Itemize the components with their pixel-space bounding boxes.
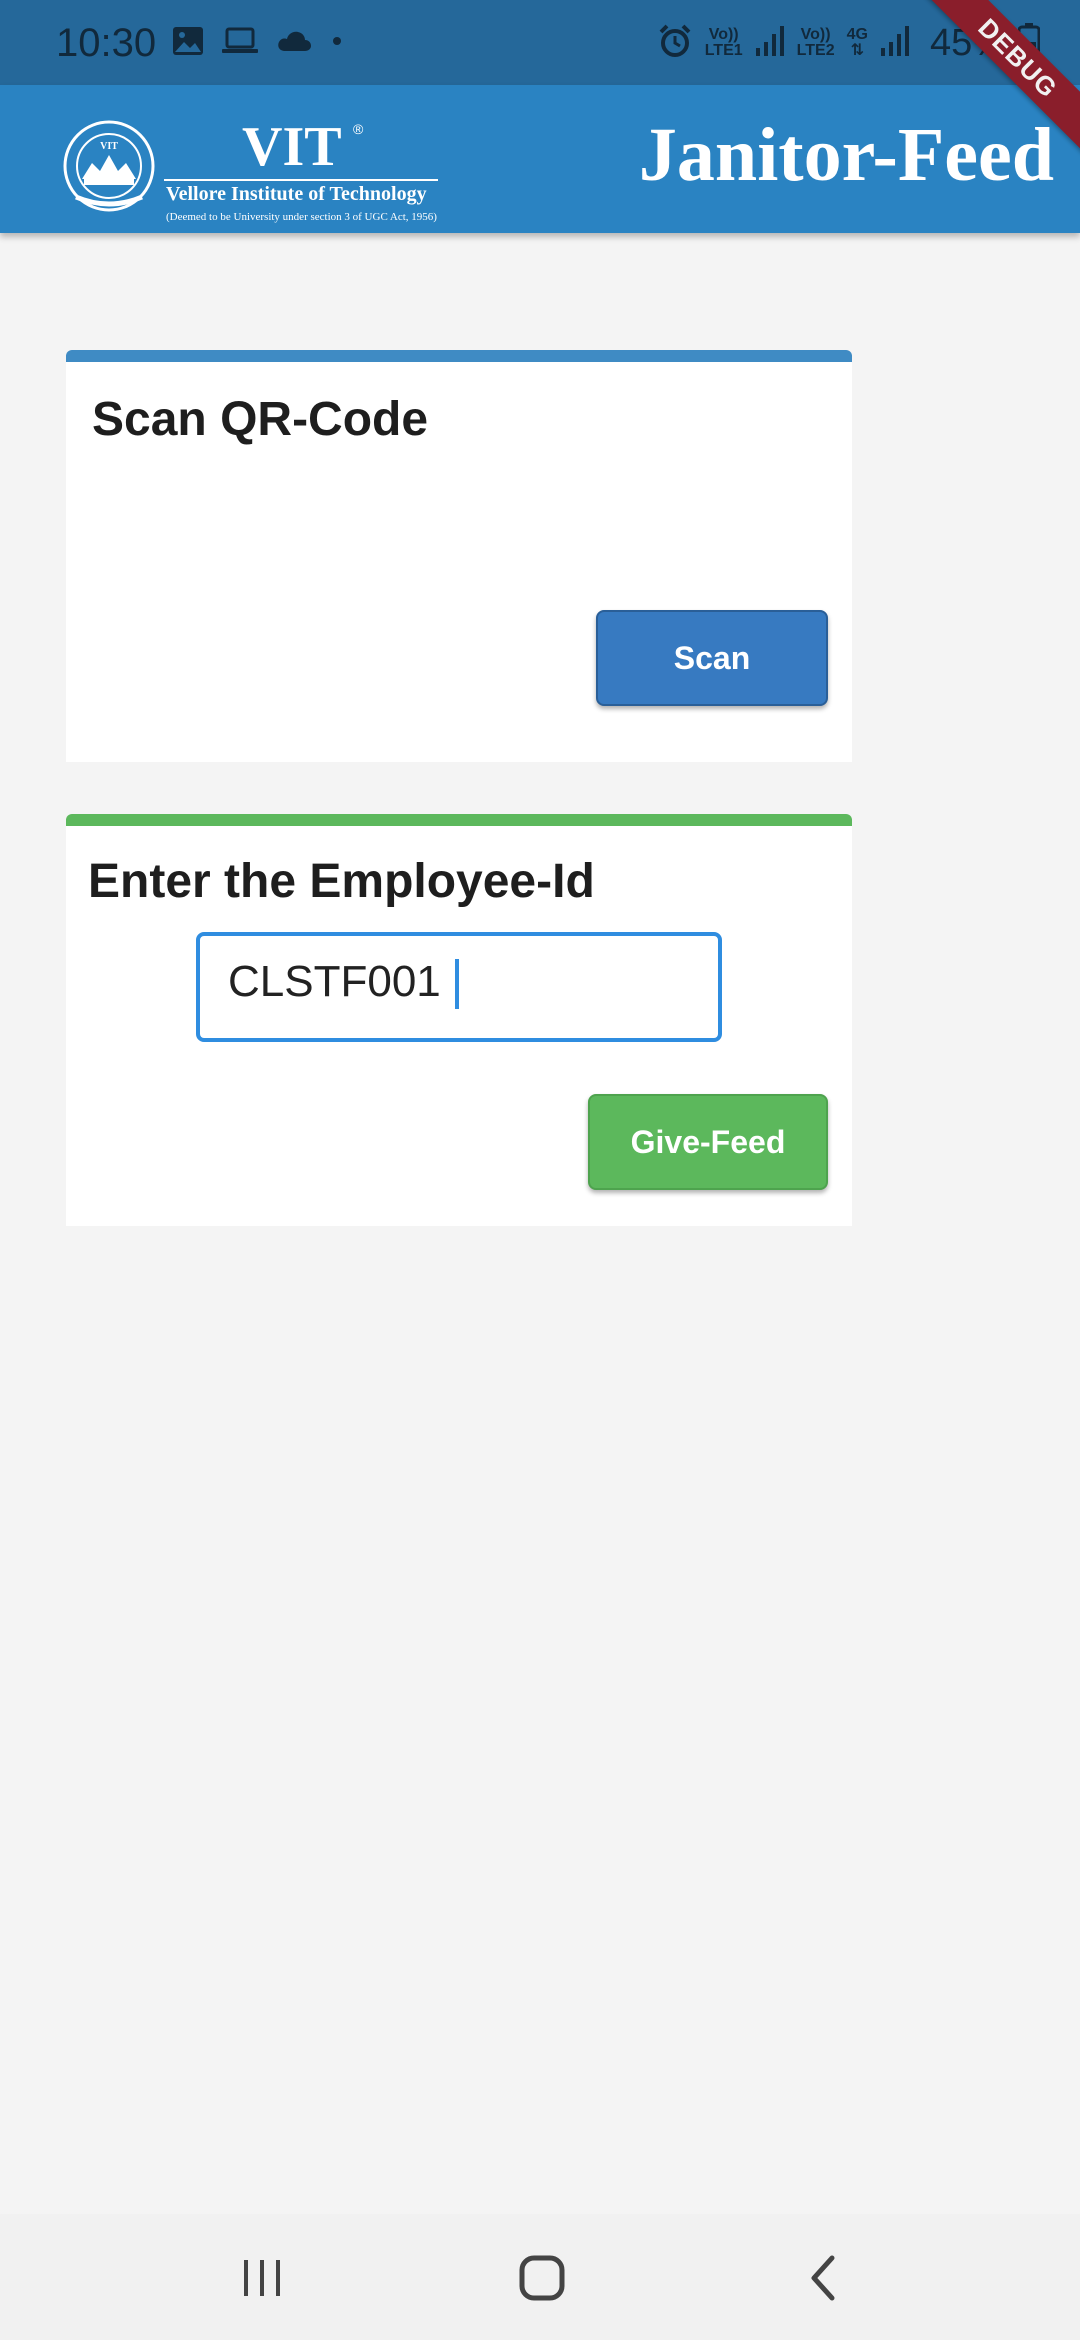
scan-button[interactable]: Scan bbox=[596, 610, 828, 706]
home-icon[interactable] bbox=[512, 2250, 572, 2306]
svg-text:VIT: VIT bbox=[100, 141, 118, 152]
sim1-label: Vo)) LTE1 bbox=[704, 26, 743, 59]
back-icon[interactable] bbox=[794, 2250, 854, 2306]
employee-id-card: Enter the Employee-Id CLSTF001 Give-Feed bbox=[66, 814, 852, 1226]
app-bar: VIT VIT ® Vellore Institute of Technolog… bbox=[0, 85, 1080, 233]
logo-name: Vellore Institute of Technology bbox=[166, 183, 427, 205]
signal-icon bbox=[755, 24, 785, 63]
text-cursor bbox=[454, 959, 459, 1010]
logo-registered: ® bbox=[353, 121, 364, 137]
dot-icon bbox=[330, 34, 344, 53]
network-label: 4G ⇅ bbox=[846, 26, 868, 59]
logo-subtitle: (Deemed to be University under section 3… bbox=[166, 211, 437, 223]
give-feed-button[interactable]: Give-Feed bbox=[588, 1094, 828, 1190]
seal-icon: VIT bbox=[62, 119, 156, 213]
laptop-icon bbox=[222, 27, 258, 60]
scan-card-title: Scan QR-Code bbox=[92, 393, 429, 446]
cloud-icon bbox=[276, 29, 312, 58]
image-icon bbox=[172, 26, 204, 61]
app-title: Janitor-Feed bbox=[638, 113, 1054, 197]
sim2-label: Vo)) LTE2 bbox=[796, 26, 835, 59]
alarm-icon bbox=[657, 23, 693, 64]
logo-divider bbox=[164, 179, 438, 181]
status-bar: 10:30 Vo)) LTE1 Vo)) LTE2 4G ⇅ 45% bbox=[0, 0, 1080, 85]
system-nav-bar bbox=[0, 2214, 1080, 2340]
recents-icon[interactable] bbox=[232, 2250, 292, 2306]
status-left-icons bbox=[172, 24, 344, 62]
status-time: 10:30 bbox=[56, 21, 157, 65]
scan-qr-card: Scan QR-Code Scan bbox=[66, 350, 852, 762]
employee-id-input[interactable]: CLSTF001 bbox=[196, 932, 722, 1042]
vit-logo: VIT VIT ® Vellore Institute of Technolog… bbox=[62, 116, 442, 223]
logo-title: VIT bbox=[242, 116, 342, 178]
employee-id-value: CLSTF001 bbox=[228, 954, 459, 1010]
employee-card-title: Enter the Employee-Id bbox=[88, 855, 595, 908]
signal-icon bbox=[880, 24, 910, 63]
